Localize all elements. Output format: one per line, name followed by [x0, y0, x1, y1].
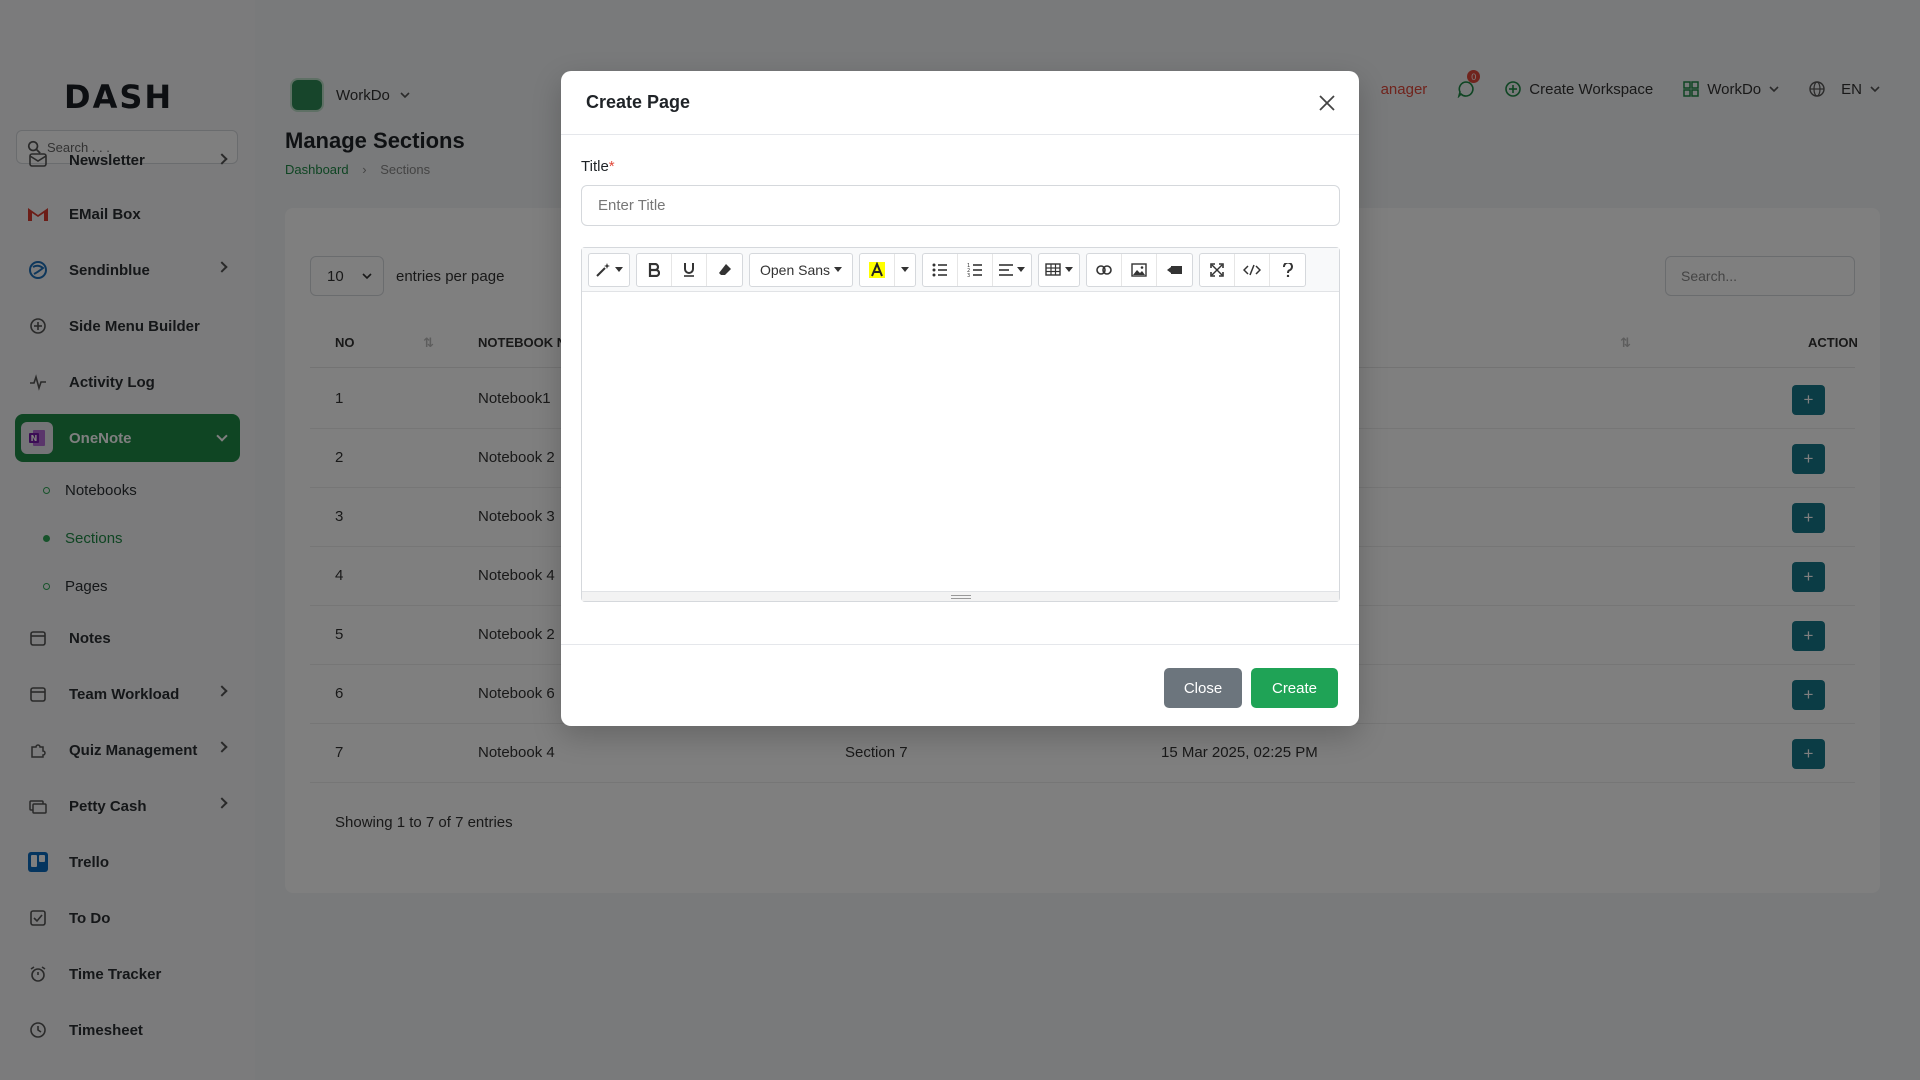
question-icon [1282, 262, 1293, 277]
close-button[interactable]: Close [1164, 668, 1242, 708]
unordered-list-button[interactable] [923, 253, 959, 286]
caret-down-icon [1017, 267, 1026, 272]
editor-toolbar: Open Sans 123 [582, 248, 1339, 292]
table-icon [1045, 263, 1061, 276]
toolbar-group-style [588, 252, 630, 287]
numbered-list-icon: 123 [967, 263, 983, 277]
close-icon[interactable] [1317, 93, 1337, 113]
modal-title: Create Page [586, 92, 691, 112]
bold-button[interactable] [637, 253, 672, 286]
caret-down-icon [901, 267, 910, 272]
create-button[interactable]: Create [1251, 668, 1338, 708]
code-icon [1243, 264, 1262, 275]
color-a-icon [869, 261, 886, 278]
table-button[interactable] [1039, 254, 1079, 286]
fullscreen-button[interactable] [1200, 253, 1236, 286]
title-label: Title* [581, 158, 615, 175]
toolbar-group-font [636, 252, 743, 287]
modal-header: Create Page [561, 71, 1359, 135]
bullet-list-icon [932, 263, 948, 276]
font-family-select[interactable]: Open Sans [750, 254, 852, 286]
paragraph-align-button[interactable] [993, 254, 1031, 286]
editor-resize-handle[interactable] [582, 591, 1339, 601]
style-button[interactable] [589, 254, 629, 286]
font-family-label: Open Sans [760, 261, 831, 278]
toolbar-group-fontname: Open Sans [749, 252, 854, 287]
magic-wand-icon [596, 262, 610, 277]
text-color-button[interactable] [860, 253, 896, 286]
ordered-list-button[interactable]: 123 [958, 253, 994, 286]
modal-footer: Close Create [561, 644, 1359, 726]
caret-down-icon [834, 267, 843, 272]
svg-text:3: 3 [967, 273, 970, 277]
image-button[interactable] [1122, 253, 1158, 286]
underline-icon [684, 263, 694, 277]
grip-icon [950, 594, 971, 599]
code-view-button[interactable] [1235, 253, 1271, 286]
caret-down-icon [1065, 267, 1074, 272]
toolbar-group-color [859, 252, 917, 287]
caret-down-icon [615, 267, 623, 272]
link-icon [1096, 264, 1112, 275]
create-page-modal: Create Page Title* Open Sans [561, 71, 1359, 726]
video-button[interactable] [1157, 254, 1192, 286]
toolbar-group-view [1199, 252, 1307, 287]
bold-icon [648, 262, 660, 277]
help-button[interactable] [1270, 254, 1305, 286]
toolbar-group-paragraph: 123 [922, 252, 1033, 287]
toolbar-group-insert [1086, 252, 1194, 287]
eraser-icon [718, 263, 731, 275]
required-mark: * [608, 158, 615, 175]
editor-content-area[interactable] [582, 292, 1339, 592]
title-label-text: Title [581, 158, 609, 175]
video-icon [1166, 265, 1182, 274]
title-input[interactable] [581, 185, 1340, 226]
image-icon [1131, 262, 1147, 277]
underline-button[interactable] [672, 253, 707, 286]
color-dropdown-button[interactable] [895, 254, 915, 286]
toolbar-group-table [1038, 252, 1081, 287]
rich-text-editor: Open Sans 123 [581, 247, 1340, 602]
align-left-icon [999, 263, 1014, 276]
eraser-button[interactable] [707, 254, 742, 286]
link-button[interactable] [1087, 253, 1123, 286]
expand-icon [1210, 262, 1224, 277]
